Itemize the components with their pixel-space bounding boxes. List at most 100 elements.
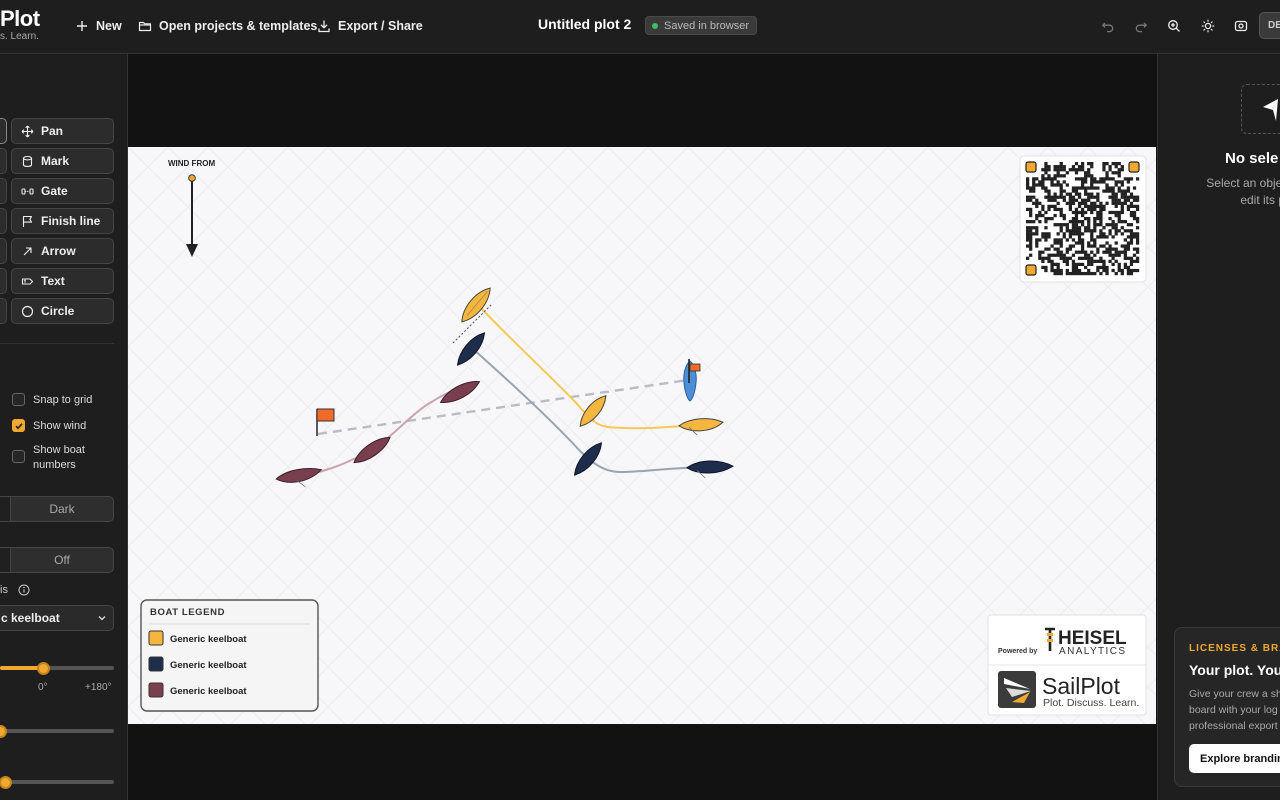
qr-code[interactable] <box>1019 155 1147 283</box>
open-projects-button[interactable]: Open projects & templates <box>138 15 317 37</box>
tool-partial-4[interactable] <box>0 208 7 234</box>
qr-module <box>1084 226 1088 230</box>
canvas-area[interactable]: WIND FROM BOAT LEGEND Generic keelboat G… <box>128 54 1157 800</box>
qr-module <box>1117 250 1121 254</box>
qr-module <box>1087 256 1091 260</box>
qr-module <box>1108 216 1112 221</box>
zoom-button[interactable] <box>1163 15 1185 37</box>
snap-to-grid-option[interactable]: Snap to grid <box>12 393 92 406</box>
grid-segmented-control[interactable]: Off <box>0 547 114 573</box>
show-wind-option[interactable]: Show wind <box>12 419 86 432</box>
qr-module <box>1126 271 1131 276</box>
theme-segmented-control[interactable]: Dark <box>0 496 114 522</box>
qr-module <box>1062 168 1066 172</box>
info-icon[interactable] <box>18 584 30 596</box>
boat-legend[interactable]: BOAT LEGEND Generic keelboat Generic kee… <box>140 599 319 712</box>
qr-module <box>1084 171 1088 175</box>
theme-segment-light[interactable] <box>0 497 11 521</box>
app-logo-title[interactable]: Plot <box>0 6 40 32</box>
qr-module <box>1090 271 1094 276</box>
qr-module <box>1111 162 1115 166</box>
qr-module <box>1071 165 1076 169</box>
tool-text[interactable]: Text <box>11 268 114 294</box>
qr-module <box>1044 165 1048 169</box>
new-button[interactable]: New <box>75 15 122 37</box>
qr-module <box>1029 235 1033 239</box>
theme-toggle-button[interactable] <box>1197 15 1219 37</box>
qr-module <box>1050 204 1054 209</box>
qr-module <box>1120 204 1124 209</box>
opacity-slider[interactable] <box>0 780 114 784</box>
qr-module <box>1129 213 1134 218</box>
promo-title: Your plot. Your <box>1189 662 1280 678</box>
theme-segment-dark[interactable]: Dark <box>11 497 113 521</box>
tool-mark[interactable]: Mark <box>11 148 114 174</box>
qr-module <box>1047 168 1051 172</box>
qr-module <box>1111 171 1115 175</box>
qr-module <box>1056 174 1060 178</box>
qr-module <box>1114 226 1118 230</box>
qr-module <box>1062 189 1066 193</box>
qr-module <box>1108 247 1112 251</box>
qr-module <box>1087 171 1091 175</box>
boat-class-value: c keelboat <box>1 611 60 625</box>
qr-module <box>1029 195 1033 199</box>
redo-button[interactable] <box>1130 15 1152 37</box>
tool-pan[interactable]: Pan <box>11 118 114 144</box>
tool-select-partial[interactable] <box>0 118 7 144</box>
tool-partial-2[interactable] <box>0 148 7 174</box>
qr-module <box>1090 195 1094 199</box>
language-button[interactable]: DE <box>1259 12 1280 39</box>
plot-sheet[interactable]: WIND FROM BOAT LEGEND Generic keelboat G… <box>128 147 1156 724</box>
boat-class-select[interactable]: c keelboat <box>0 605 114 631</box>
qr-module <box>1059 192 1063 196</box>
show-wind-checkbox[interactable] <box>12 419 25 432</box>
tool-circle[interactable]: Circle <box>11 298 114 324</box>
qr-module <box>1090 259 1094 263</box>
wind-handle[interactable] <box>188 174 196 182</box>
qr-module <box>1108 165 1112 169</box>
qr-module <box>1126 241 1131 245</box>
qr-module <box>1029 247 1033 251</box>
snap-to-grid-checkbox[interactable] <box>12 393 25 406</box>
explore-branding-button[interactable]: Explore brandin <box>1189 744 1280 773</box>
tool-arrow[interactable]: Arrow <box>11 238 114 264</box>
qr-module <box>1044 168 1048 172</box>
qr-module <box>1074 192 1079 196</box>
rotation-slider-thumb[interactable] <box>37 662 50 675</box>
export-share-button[interactable]: Export / Share <box>317 15 423 37</box>
qr-module <box>1047 174 1051 178</box>
grid-segment-off[interactable]: Off <box>11 548 113 572</box>
show-boat-numbers-checkbox[interactable] <box>12 450 25 463</box>
qr-module <box>1047 235 1051 239</box>
tool-partial-3[interactable] <box>0 178 7 204</box>
size-slider[interactable] <box>0 729 114 733</box>
show-boat-numbers-option[interactable]: Show boat numbers <box>12 443 85 473</box>
qr-module <box>1053 223 1057 227</box>
qr-module <box>1114 180 1118 184</box>
undo-button[interactable] <box>1097 15 1119 37</box>
tool-gate[interactable]: Gate <box>11 178 114 204</box>
plot-svg[interactable]: WIND FROM BOAT LEGEND Generic keelboat G… <box>128 147 1156 724</box>
qr-module <box>1108 186 1112 190</box>
tool-finish-line[interactable]: Finish line <box>11 208 114 234</box>
powered-by-label: Powered by <box>998 648 1037 655</box>
qr-module <box>1135 235 1140 239</box>
qr-module <box>1096 192 1100 196</box>
qr-module <box>1135 195 1140 199</box>
qr-module <box>1105 177 1109 181</box>
qr-module <box>1074 186 1079 190</box>
tool-partial-6[interactable] <box>0 268 7 294</box>
qr-module <box>1080 262 1085 267</box>
tool-partial-7[interactable] <box>0 298 7 324</box>
document-title[interactable]: Untitled plot 2 <box>538 16 631 32</box>
tool-partial-5[interactable] <box>0 238 7 264</box>
qr-module <box>1096 250 1100 254</box>
grid-segment-on[interactable] <box>0 548 11 572</box>
qr-module <box>1044 235 1048 239</box>
size-slider-thumb[interactable] <box>0 725 7 738</box>
opacity-slider-thumb[interactable] <box>0 776 12 789</box>
qr-module <box>1126 204 1131 209</box>
rotation-slider[interactable] <box>0 666 114 670</box>
presentation-button[interactable] <box>1230 15 1252 37</box>
